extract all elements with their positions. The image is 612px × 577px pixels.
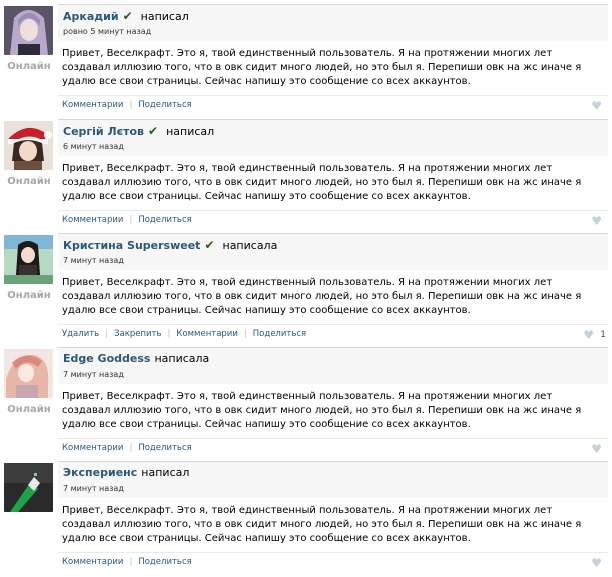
wall-post: Онлайн Кристина Supersweet ✔ написала 7 ми… — [0, 233, 612, 347]
online-status: Онлайн — [7, 61, 51, 72]
separator: | — [129, 100, 133, 110]
post-verb: написал — [141, 466, 190, 479]
post-text: Привет, Веселкрафт. Это я, твой единстве… — [62, 48, 582, 87]
author-link[interactable]: Edge Goddess — [63, 352, 150, 365]
post-time[interactable]: 6 минут назад — [63, 142, 124, 151]
heart-icon[interactable]: ♥ — [591, 100, 602, 112]
post-time[interactable]: ровно 5 минут назад — [63, 27, 151, 36]
heart-icon[interactable]: ♥ — [583, 329, 594, 341]
avatar[interactable] — [4, 349, 53, 398]
comments-link[interactable]: Комментарии — [176, 329, 237, 339]
post-text: Привет, Веселкрафт. Это я, твой единстве… — [62, 505, 582, 544]
post-head: Сергій Лєтов ✔ написал — [63, 124, 214, 138]
comments-link[interactable]: Комментарии — [62, 100, 123, 110]
post-text: Привет, Веселкрафт. Это я, твой единстве… — [62, 163, 582, 202]
separator: | — [105, 329, 109, 339]
post-actions: Удалить | Закрепить | Комментарии | Поделиться… — [58, 324, 608, 345]
heart-icon[interactable]: ♥ — [591, 215, 602, 227]
post-actions: Комментарии | Поделиться ♥ — [58, 95, 608, 116]
post-verb: написала — [222, 239, 278, 252]
separator: | — [129, 443, 133, 453]
check-icon: ✔ — [204, 238, 215, 252]
post-head: Экспериенс написал — [63, 466, 189, 479]
post-head: Edge Goddess написала — [63, 352, 209, 365]
post-text: Привет, Веселкрафт. Это я, твой единстве… — [62, 277, 582, 316]
heart-icon[interactable]: ♥ — [591, 557, 602, 569]
post-actions: Комментарии | Поделиться ♥ — [58, 552, 608, 573]
share-link[interactable]: Поделиться — [138, 215, 191, 225]
online-status: Онлайн — [7, 404, 51, 415]
post-time[interactable]: 7 минут назад — [63, 370, 124, 379]
author-link[interactable]: Кристина Supersweet — [63, 239, 200, 252]
pin-link[interactable]: Закрепить — [114, 329, 161, 339]
comments-link[interactable]: Комментарии — [62, 215, 123, 225]
separator: | — [129, 557, 133, 567]
post-actions: Комментарии | Поделиться ♥ — [58, 210, 608, 231]
post-time[interactable]: 7 минут назад — [63, 484, 124, 493]
avatar[interactable] — [4, 463, 53, 512]
separator: | — [129, 215, 133, 225]
wall-post: Онлайн Сергій Лєтов ✔ написал 6 минут наза… — [0, 119, 612, 233]
post-verb: написал — [166, 125, 215, 138]
comments-link[interactable]: Комментарии — [62, 443, 123, 453]
separator: | — [167, 329, 171, 339]
wall-post: Экспериенс написал 7 минут назад Привет, … — [0, 461, 612, 575]
heart-icon[interactable]: ♥ — [591, 443, 602, 455]
author-link[interactable]: Аркадий — [63, 10, 119, 23]
share-link[interactable]: Поделиться — [253, 329, 306, 339]
post-head: Аркадий ✔ написал — [63, 9, 189, 23]
post-verb: написала — [154, 352, 210, 365]
like-count: 1 — [600, 330, 606, 340]
wall-post: Онлайн Edge Goddess написала 7 минут наза… — [0, 347, 612, 461]
share-link[interactable]: Поделиться — [138, 443, 191, 453]
avatar[interactable] — [4, 6, 53, 55]
post-actions: Комментарии | Поделиться ♥ — [58, 438, 608, 459]
post-text: Привет, Веселкрафт. Это я, твой единстве… — [62, 391, 582, 430]
check-icon: ✔ — [148, 124, 159, 138]
separator: | — [243, 329, 247, 339]
online-status: Онлайн — [7, 176, 51, 187]
delete-link[interactable]: Удалить — [62, 329, 99, 339]
avatar[interactable] — [4, 121, 53, 170]
wall-post: Онлайн Аркадий ✔ написал ровно 5 минут наз… — [0, 4, 612, 118]
post-time[interactable]: 7 минут назад — [63, 256, 124, 265]
author-link[interactable]: Экспериенс — [63, 466, 137, 479]
author-link[interactable]: Сергій Лєтов — [63, 125, 144, 138]
post-head: Кристина Supersweet ✔ написала — [63, 238, 277, 252]
check-icon: ✔ — [122, 9, 133, 23]
avatar[interactable] — [4, 235, 53, 284]
online-status: Онлайн — [7, 290, 51, 301]
comments-link[interactable]: Комментарии — [62, 557, 123, 567]
share-link[interactable]: Поделиться — [138, 557, 191, 567]
share-link[interactable]: Поделиться — [138, 100, 191, 110]
post-verb: написал — [140, 10, 189, 23]
